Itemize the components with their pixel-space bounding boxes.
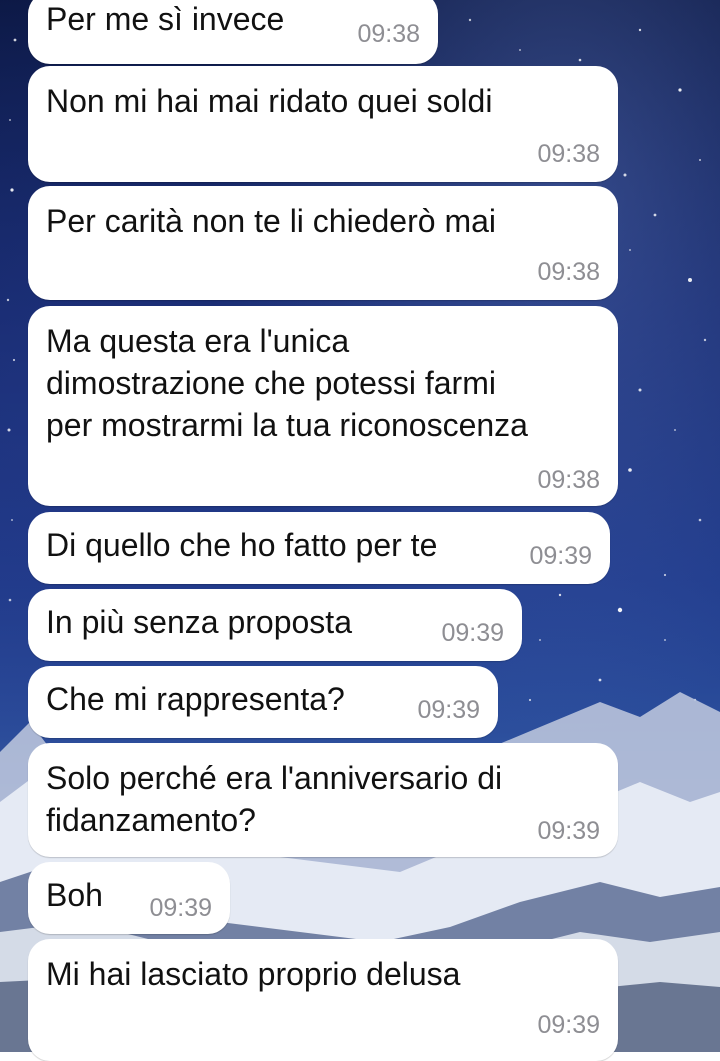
message-bubble[interactable]: Ma questa era l'unica dimostrazione che … — [28, 306, 618, 506]
message-timestamp: 09:39 — [537, 1011, 600, 1039]
message-bubble[interactable]: Mi hai lasciato proprio delusa 09:39 — [28, 939, 618, 1061]
message-text: Boh — [46, 877, 103, 913]
message-text: Ma questa era l'unica dimostrazione che … — [46, 323, 528, 443]
message-text: Per carità non te li chiederò mai — [46, 203, 496, 239]
message-timestamp: 09:38 — [537, 258, 600, 286]
chat-message-list[interactable]: Per me sì invece 09:38 Non mi hai mai ri… — [0, 0, 720, 1061]
message-bubble[interactable]: Non mi hai mai ridato quei soldi 09:38 — [28, 66, 618, 182]
message-bubble[interactable]: Solo perché era l'anniversario di fidanz… — [28, 743, 618, 857]
message-timestamp: 09:38 — [537, 140, 600, 168]
message-timestamp: 09:38 — [537, 466, 600, 494]
message-text: In più senza proposta — [46, 604, 352, 640]
message-timestamp: 09:39 — [149, 894, 212, 922]
message-bubble[interactable]: Di quello che ho fatto per te 09:39 — [28, 512, 610, 584]
message-timestamp: 09:39 — [441, 619, 504, 647]
message-text: Solo perché era l'anniversario di fidanz… — [46, 760, 503, 838]
message-bubble[interactable]: Boh 09:39 — [28, 862, 230, 934]
message-timestamp: 09:39 — [417, 696, 480, 724]
message-bubble[interactable]: In più senza proposta 09:39 — [28, 589, 522, 661]
message-text: Di quello che ho fatto per te — [46, 527, 438, 563]
message-text: Mi hai lasciato proprio delusa — [46, 956, 461, 992]
message-timestamp: 09:38 — [357, 20, 420, 48]
message-timestamp: 09:39 — [537, 817, 600, 845]
message-bubble[interactable]: Per carità non te li chiederò mai 09:38 — [28, 186, 618, 300]
message-bubble[interactable]: Per me sì invece 09:38 — [28, 0, 438, 64]
message-text: Non mi hai mai ridato quei soldi — [46, 83, 493, 119]
message-bubble[interactable]: Che mi rappresenta? 09:39 — [28, 666, 498, 738]
message-text: Che mi rappresenta? — [46, 681, 345, 717]
message-text: Per me sì invece — [46, 1, 285, 37]
message-timestamp: 09:39 — [529, 542, 592, 570]
